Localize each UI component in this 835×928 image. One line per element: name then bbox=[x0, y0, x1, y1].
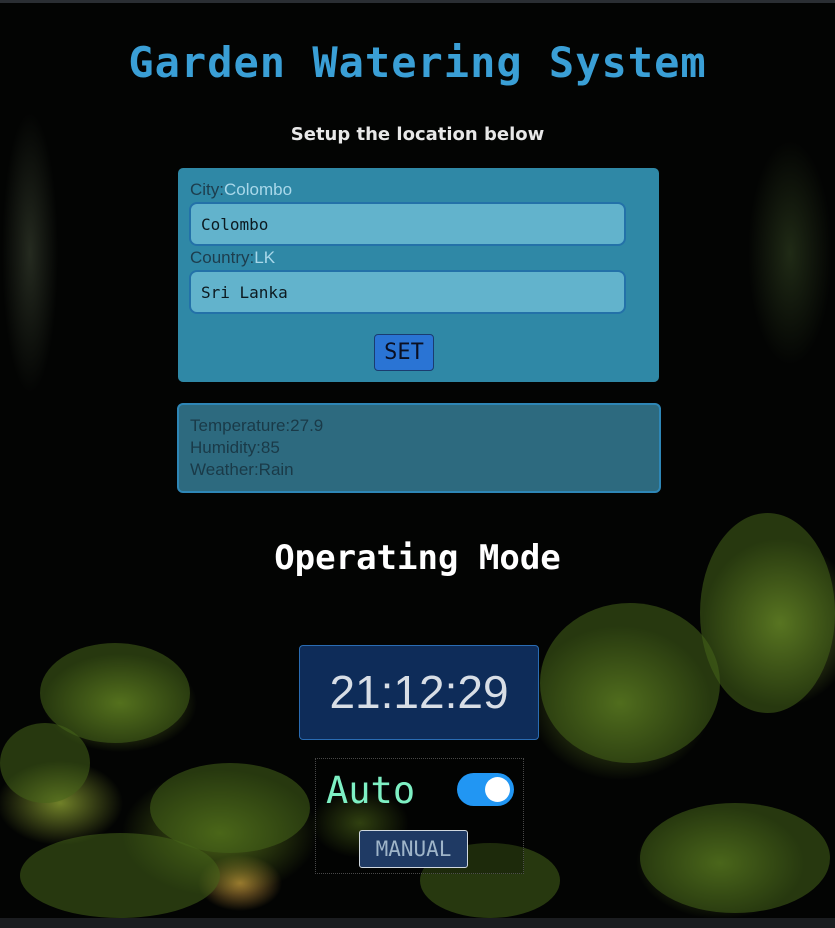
location-form-card: City:Colombo Country:LK SET bbox=[178, 168, 659, 382]
browser-bottom-edge bbox=[0, 918, 835, 928]
weather-row: Weather:Rain bbox=[190, 460, 294, 479]
humidity-value: 85 bbox=[260, 438, 280, 457]
country-input[interactable] bbox=[189, 270, 626, 314]
city-label: City:Colombo bbox=[190, 180, 293, 199]
city-input[interactable] bbox=[189, 202, 626, 246]
manual-mode-button[interactable]: MANUAL bbox=[359, 830, 468, 868]
weather-info-card: Temperature:27.9 Humidity:85 Weather:Rai… bbox=[177, 403, 661, 493]
auto-mode-toggle[interactable] bbox=[457, 773, 514, 806]
operating-mode-title: Operating Mode bbox=[274, 538, 561, 578]
toggle-knob bbox=[485, 777, 510, 802]
set-location-button[interactable]: SET bbox=[374, 334, 434, 371]
humidity-row: Humidity:85 bbox=[190, 438, 280, 457]
mode-control-panel: Auto MANUAL bbox=[315, 758, 524, 874]
country-current-value: LK bbox=[254, 248, 276, 267]
weather-value: Rain bbox=[258, 460, 294, 479]
city-current-value: Colombo bbox=[224, 180, 293, 199]
country-label: Country:LK bbox=[190, 248, 276, 267]
clock-display: 21:12:29 bbox=[299, 645, 539, 740]
page-title: Garden Watering System bbox=[128, 38, 707, 87]
auto-mode-label: Auto bbox=[326, 769, 416, 812]
page-subtitle: Setup the location below bbox=[290, 124, 545, 145]
temperature-row: Temperature:27.9 bbox=[190, 416, 324, 435]
temperature-value: 27.9 bbox=[290, 416, 324, 435]
